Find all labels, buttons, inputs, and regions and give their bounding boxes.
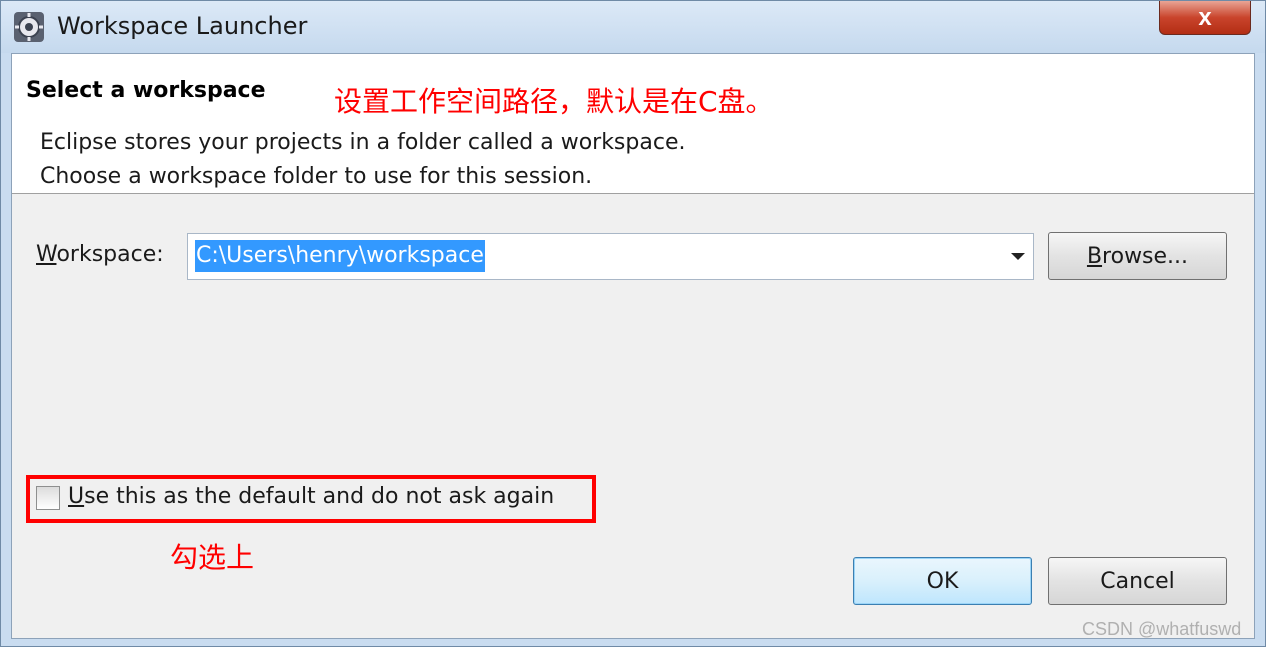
workspace-launcher-window: Workspace Launcher x Select a workspace … [0, 0, 1266, 647]
annotation-workspace-path: 设置工作空间路径，默认是在C盘。 [334, 85, 774, 118]
description-line-2: Choose a workspace folder to use for thi… [40, 164, 593, 189]
workspace-path-value[interactable]: C:\Users\henry\workspace [195, 240, 485, 272]
annotation-check-it: 勾选上 [170, 541, 255, 574]
ok-button[interactable]: OK [853, 557, 1032, 605]
close-icon: x [1198, 3, 1212, 31]
default-workspace-label[interactable]: Use this as the default and do not ask a… [68, 484, 554, 509]
dialog-header: Select a workspace 设置工作空间路径，默认是在C盘。 Ecli… [12, 54, 1254, 194]
default-workspace-checkbox[interactable] [36, 486, 60, 510]
workspace-combo[interactable]: C:\Users\henry\workspace [187, 233, 1034, 280]
workspace-label: Workspace: [36, 242, 164, 267]
page-title: Select a workspace [26, 78, 266, 103]
title-bar: Workspace Launcher x [1, 1, 1265, 53]
window-title: Workspace Launcher [57, 12, 308, 40]
chevron-down-icon[interactable] [1011, 253, 1025, 260]
watermark: CSDN @whatfuswd [1082, 619, 1242, 639]
dialog-content: Select a workspace 设置工作空间路径，默认是在C盘。 Ecli… [11, 53, 1255, 639]
browse-button[interactable]: Browse... [1048, 232, 1227, 280]
eclipse-gear-icon [14, 12, 44, 42]
description-line-1: Eclipse stores your projects in a folder… [40, 130, 686, 155]
cancel-button[interactable]: Cancel [1048, 557, 1227, 605]
close-button[interactable]: x [1159, 1, 1251, 35]
